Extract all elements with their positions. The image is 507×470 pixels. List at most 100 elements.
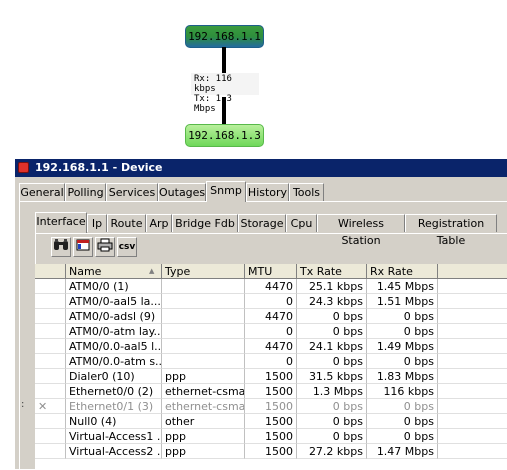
cell-tx: 24.1 kbps	[297, 339, 367, 354]
tab-general[interactable]: General	[19, 183, 65, 201]
tab-history[interactable]: History	[246, 183, 289, 201]
column-header-type[interactable]: Type	[162, 264, 245, 279]
cell-type: ppp	[162, 429, 245, 444]
printer-icon	[97, 238, 113, 252]
cell-mtu: 1500	[245, 384, 297, 399]
row-filler	[438, 384, 507, 399]
row-filler	[438, 429, 507, 444]
tab-snmp[interactable]: Snmp	[206, 181, 246, 202]
cell-type	[162, 309, 245, 324]
row-selector	[35, 429, 66, 444]
row-selector	[35, 279, 66, 294]
subtab-wireless-station[interactable]: Wireless Station	[317, 214, 405, 247]
row-selector	[35, 444, 66, 459]
row-selector	[35, 339, 66, 354]
row-filler	[438, 399, 507, 414]
map-node-192-168-1-1[interactable]: 192.168.1.1	[185, 25, 264, 48]
cell-mtu: 1500	[245, 444, 297, 459]
cell-type	[162, 324, 245, 339]
cell-mtu: 1500	[245, 369, 297, 384]
cell-rx: 0 bps	[367, 414, 438, 429]
cell-name: Ethernet0/0 (2)	[66, 384, 162, 399]
export-button[interactable]	[73, 237, 93, 257]
sort-ascending-icon: ▲	[149, 267, 155, 275]
table-row[interactable]: Virtual-Access1 ... ppp 1500 0 bps 0 bps	[35, 429, 507, 444]
cell-tx: 0 bps	[297, 324, 367, 339]
cell-name: ATM0/0-aal5 la...	[66, 294, 162, 309]
binoculars-icon	[54, 239, 68, 250]
column-header-tx-rate[interactable]: Tx Rate	[297, 264, 367, 279]
cell-type: ethernet-csma...	[162, 384, 245, 399]
subtab-route[interactable]: Route	[107, 214, 146, 232]
csv-button[interactable]: csv	[117, 237, 137, 257]
table-row[interactable]: ATM0/0.0-atm s... 0 0 bps 0 bps	[35, 354, 507, 369]
row-filler	[438, 279, 507, 294]
table-row[interactable]: ✕Ethernet0/1 (3)ethernet-csma...15000 bp…	[35, 399, 507, 414]
row-filler	[438, 354, 507, 369]
subtab-ip[interactable]: Ip	[87, 214, 107, 232]
cell-rx: 0 bps	[367, 354, 438, 369]
cell-rx: 1.47 Mbps	[367, 444, 438, 459]
cell-name: Virtual-Access2 ...	[66, 444, 162, 459]
table-row[interactable]: Virtual-Access2 ... ppp 1500 27.2 kbps 1.47 …	[35, 444, 507, 459]
tab-outages[interactable]: Outages	[158, 183, 206, 201]
row-filler	[438, 369, 507, 384]
cell-mtu: 0	[245, 324, 297, 339]
column-header-blank	[35, 264, 66, 279]
row-filler	[438, 294, 507, 309]
cell-mtu: 1500	[245, 414, 297, 429]
table-row[interactable]: Null0 (4) other 1500 0 bps 0 bps	[35, 414, 507, 429]
column-header-rx-rate[interactable]: Rx Rate	[367, 264, 438, 279]
cell-mtu: 4470	[245, 309, 297, 324]
table-row[interactable]: ATM0/0 (1) 4470 25.1 kbps 1.45 Mbps	[35, 279, 507, 294]
column-header-blank	[438, 264, 507, 279]
cell-name: ATM0/0.0-aal5 l...	[66, 339, 162, 354]
cell-name: ATM0/0-atm lay...	[66, 324, 162, 339]
table-row[interactable]: ATM0/0-atm lay... 0 0 bps 0 bps	[35, 324, 507, 339]
tab-polling[interactable]: Polling	[65, 183, 106, 201]
row-selector	[35, 384, 66, 399]
subtab-registration-table[interactable]: Registration Table	[405, 214, 497, 247]
cell-tx: 0 bps	[297, 309, 367, 324]
cell-rx: 1.49 Mbps	[367, 339, 438, 354]
window-titlebar[interactable]: 192.168.1.1 - Device	[15, 159, 507, 177]
cell-name: Ethernet0/1 (3)	[66, 399, 162, 414]
table-row[interactable]: ATM0/0-aal5 la... 0 24.3 kbps 1.51 Mbps	[35, 294, 507, 309]
map-node-192-168-1-3[interactable]: 192.168.1.3	[185, 124, 264, 147]
device-window: 192.168.1.1 - Device General Polling Servi…	[14, 159, 507, 470]
column-header-name[interactable]: Name	[66, 264, 162, 279]
table-row[interactable]: ATM0/0-adsl (9) 4470 0 bps 0 bps	[35, 309, 507, 324]
cell-tx: 0 bps	[297, 354, 367, 369]
cell-type: ethernet-csma...	[162, 399, 245, 414]
column-header-mtu[interactable]: MTU	[245, 264, 297, 279]
window-icon	[76, 239, 90, 251]
subtab-interface[interactable]: Interface	[35, 212, 87, 233]
subtab-bridge-fdb[interactable]: Bridge Fdb	[172, 214, 238, 232]
grid-header: Name Type MTU Tx Rate Rx Rate ▲	[35, 264, 507, 279]
find-button[interactable]	[51, 237, 71, 257]
table-row[interactable]: Dialer0 (10) ppp 1500 31.5 kbps 1.83 Mbps	[35, 369, 507, 384]
cell-type: ppp	[162, 444, 245, 459]
map-link-label: Rx: 116 kbps Tx: 1.3 Mbps	[191, 73, 259, 114]
cell-mtu: 0	[245, 294, 297, 309]
row-filler	[438, 324, 507, 339]
tab-services[interactable]: Services	[106, 183, 158, 201]
cell-rx: 0 bps	[367, 429, 438, 444]
tab-tools[interactable]: Tools	[289, 183, 324, 201]
cell-name: ATM0/0.0-atm s...	[66, 354, 162, 369]
subtab-cpu[interactable]: Cpu	[286, 214, 317, 232]
print-button[interactable]	[95, 237, 115, 257]
cell-tx: 25.1 kbps	[297, 279, 367, 294]
cell-tx: 0 bps	[297, 429, 367, 444]
map-link-line	[222, 97, 226, 124]
cell-type	[162, 354, 245, 369]
subtab-storage[interactable]: Storage	[238, 214, 286, 232]
cell-mtu: 4470	[245, 279, 297, 294]
subtab-arp[interactable]: Arp	[146, 214, 172, 232]
table-row[interactable]: ATM0/0.0-aal5 l... 4470 24.1 kbps 1.49 Mbps	[35, 339, 507, 354]
table-row[interactable]: Ethernet0/0 (2)ethernet-csma...15001.3 M…	[35, 384, 507, 399]
cell-rx: 0 bps	[367, 399, 438, 414]
cell-type	[162, 339, 245, 354]
cell-mtu: 4470	[245, 339, 297, 354]
cell-name: Null0 (4)	[66, 414, 162, 429]
